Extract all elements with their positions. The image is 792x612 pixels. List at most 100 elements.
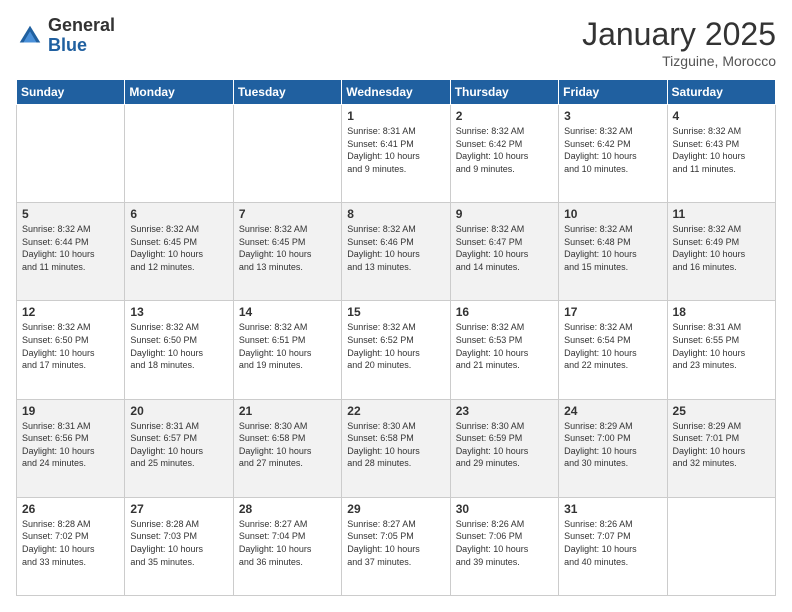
calendar-cell-w2-d7: 11 Sunrise: 8:32 AM Sunset: 6:49 PM Dayli… [667,203,775,301]
day-info: Sunrise: 8:32 AM Sunset: 6:42 PM Dayligh… [564,125,661,175]
day-info: Sunrise: 8:32 AM Sunset: 6:43 PM Dayligh… [673,125,770,175]
day-info: Sunrise: 8:32 AM Sunset: 6:42 PM Dayligh… [456,125,553,175]
calendar-week-5: 26Sunrise: 8:28 AM Sunset: 7:02 PM Dayli… [17,497,776,595]
col-friday: Friday [559,80,667,105]
day-info: Sunrise: 8:27 AM Sunset: 7:05 PM Dayligh… [347,518,444,568]
calendar-cell-w2-d5: 9 Sunrise: 8:32 AM Sunset: 6:47 PM Daylig… [450,203,558,301]
calendar-cell-w5-d6: 31Sunrise: 8:26 AM Sunset: 7:07 PM Dayli… [559,497,667,595]
location-title: Tizguine, Morocco [582,53,776,69]
calendar-week-3: 12 Sunrise: 8:32 AM Sunset: 6:50 PM Dayli… [17,301,776,399]
day-number: 5 [22,207,119,221]
logo: General Blue [16,16,115,56]
calendar-cell-w4-d1: 19 Sunrise: 8:31 AM Sunset: 6:56 PM Dayli… [17,399,125,497]
calendar-cell-w2-d1: 5 Sunrise: 8:32 AM Sunset: 6:44 PM Daylig… [17,203,125,301]
col-thursday: Thursday [450,80,558,105]
day-number: 25 [673,404,770,418]
calendar-cell-w4-d2: 20Sunrise: 8:31 AM Sunset: 6:57 PM Dayli… [125,399,233,497]
day-info: Sunrise: 8:30 AM Sunset: 6:58 PM Dayligh… [347,420,444,470]
day-info: Sunrise: 8:32 AM Sunset: 6:54 PM Dayligh… [564,321,661,371]
day-info: Sunrise: 8:32 AM Sunset: 6:47 PM Dayligh… [456,223,553,273]
day-number: 9 [456,207,553,221]
calendar-cell-w5-d1: 26Sunrise: 8:28 AM Sunset: 7:02 PM Dayli… [17,497,125,595]
day-number: 1 [347,109,444,123]
day-number: 2 [456,109,553,123]
day-info: Sunrise: 8:31 AM Sunset: 6:57 PM Dayligh… [130,420,227,470]
day-number: 15 [347,305,444,319]
day-number: 3 [564,109,661,123]
day-info: Sunrise: 8:32 AM Sunset: 6:53 PM Dayligh… [456,321,553,371]
day-info: Sunrise: 8:31 AM Sunset: 6:55 PM Dayligh… [673,321,770,371]
day-number: 18 [673,305,770,319]
day-info: Sunrise: 8:31 AM Sunset: 6:41 PM Dayligh… [347,125,444,175]
calendar-cell-w4-d7: 25 Sunrise: 8:29 AM Sunset: 7:01 PM Dayli… [667,399,775,497]
day-info: Sunrise: 8:32 AM Sunset: 6:50 PM Dayligh… [22,321,119,371]
day-number: 10 [564,207,661,221]
day-number: 30 [456,502,553,516]
col-monday: Monday [125,80,233,105]
day-number: 17 [564,305,661,319]
calendar-cell-w1-d7: 4 Sunrise: 8:32 AM Sunset: 6:43 PM Daylig… [667,105,775,203]
calendar: Sunday Monday Tuesday Wednesday Thursday… [16,79,776,596]
day-number: 16 [456,305,553,319]
calendar-cell-w2-d4: 8Sunrise: 8:32 AM Sunset: 6:46 PM Daylig… [342,203,450,301]
day-number: 31 [564,502,661,516]
calendar-week-1: 1 Sunrise: 8:31 AM Sunset: 6:41 PM Daylig… [17,105,776,203]
calendar-cell-w5-d5: 30 Sunrise: 8:26 AM Sunset: 7:06 PM Dayli… [450,497,558,595]
day-number: 4 [673,109,770,123]
day-number: 6 [130,207,227,221]
day-info: Sunrise: 8:32 AM Sunset: 6:45 PM Dayligh… [239,223,336,273]
day-info: Sunrise: 8:32 AM Sunset: 6:52 PM Dayligh… [347,321,444,371]
day-info: Sunrise: 8:32 AM Sunset: 6:45 PM Dayligh… [130,223,227,273]
day-number: 22 [347,404,444,418]
col-tuesday: Tuesday [233,80,341,105]
logo-general-text: General [48,16,115,36]
day-info: Sunrise: 8:31 AM Sunset: 6:56 PM Dayligh… [22,420,119,470]
col-saturday: Saturday [667,80,775,105]
calendar-week-2: 5 Sunrise: 8:32 AM Sunset: 6:44 PM Daylig… [17,203,776,301]
day-info: Sunrise: 8:32 AM Sunset: 6:48 PM Dayligh… [564,223,661,273]
day-info: Sunrise: 8:32 AM Sunset: 6:49 PM Dayligh… [673,223,770,273]
calendar-cell-w4-d4: 22 Sunrise: 8:30 AM Sunset: 6:58 PM Dayli… [342,399,450,497]
calendar-cell-w3-d7: 18 Sunrise: 8:31 AM Sunset: 6:55 PM Dayli… [667,301,775,399]
calendar-cell-w3-d3: 14Sunrise: 8:32 AM Sunset: 6:51 PM Dayli… [233,301,341,399]
calendar-cell-w5-d2: 27Sunrise: 8:28 AM Sunset: 7:03 PM Dayli… [125,497,233,595]
day-info: Sunrise: 8:27 AM Sunset: 7:04 PM Dayligh… [239,518,336,568]
day-info: Sunrise: 8:32 AM Sunset: 6:44 PM Dayligh… [22,223,119,273]
calendar-cell-w5-d3: 28Sunrise: 8:27 AM Sunset: 7:04 PM Dayli… [233,497,341,595]
day-info: Sunrise: 8:30 AM Sunset: 6:59 PM Dayligh… [456,420,553,470]
col-sunday: Sunday [17,80,125,105]
calendar-cell-w3-d2: 13Sunrise: 8:32 AM Sunset: 6:50 PM Dayli… [125,301,233,399]
calendar-cell-w4-d3: 21 Sunrise: 8:30 AM Sunset: 6:58 PM Dayli… [233,399,341,497]
calendar-cell-w1-d2 [125,105,233,203]
col-wednesday: Wednesday [342,80,450,105]
day-number: 21 [239,404,336,418]
day-number: 23 [456,404,553,418]
day-number: 12 [22,305,119,319]
calendar-cell-w1-d3 [233,105,341,203]
day-number: 11 [673,207,770,221]
day-number: 29 [347,502,444,516]
day-info: Sunrise: 8:29 AM Sunset: 7:01 PM Dayligh… [673,420,770,470]
logo-blue-text: Blue [48,36,115,56]
day-info: Sunrise: 8:28 AM Sunset: 7:02 PM Dayligh… [22,518,119,568]
calendar-cell-w4-d6: 24 Sunrise: 8:29 AM Sunset: 7:00 PM Dayli… [559,399,667,497]
day-info: Sunrise: 8:29 AM Sunset: 7:00 PM Dayligh… [564,420,661,470]
day-info: Sunrise: 8:26 AM Sunset: 7:06 PM Dayligh… [456,518,553,568]
calendar-cell-w1-d4: 1 Sunrise: 8:31 AM Sunset: 6:41 PM Daylig… [342,105,450,203]
calendar-cell-w4-d5: 23 Sunrise: 8:30 AM Sunset: 6:59 PM Dayli… [450,399,558,497]
logo-icon [16,22,44,50]
day-number: 24 [564,404,661,418]
calendar-cell-w5-d4: 29 Sunrise: 8:27 AM Sunset: 7:05 PM Dayli… [342,497,450,595]
calendar-cell-w2-d2: 6 Sunrise: 8:32 AM Sunset: 6:45 PM Daylig… [125,203,233,301]
day-number: 14 [239,305,336,319]
calendar-header-row: Sunday Monday Tuesday Wednesday Thursday… [17,80,776,105]
calendar-week-4: 19 Sunrise: 8:31 AM Sunset: 6:56 PM Dayli… [17,399,776,497]
calendar-cell-w2-d6: 10 Sunrise: 8:32 AM Sunset: 6:48 PM Dayli… [559,203,667,301]
calendar-cell-w1-d1 [17,105,125,203]
day-number: 27 [130,502,227,516]
calendar-cell-w2-d3: 7Sunrise: 8:32 AM Sunset: 6:45 PM Daylig… [233,203,341,301]
day-number: 19 [22,404,119,418]
day-info: Sunrise: 8:32 AM Sunset: 6:46 PM Dayligh… [347,223,444,273]
calendar-cell-w3-d1: 12 Sunrise: 8:32 AM Sunset: 6:50 PM Dayli… [17,301,125,399]
day-info: Sunrise: 8:30 AM Sunset: 6:58 PM Dayligh… [239,420,336,470]
